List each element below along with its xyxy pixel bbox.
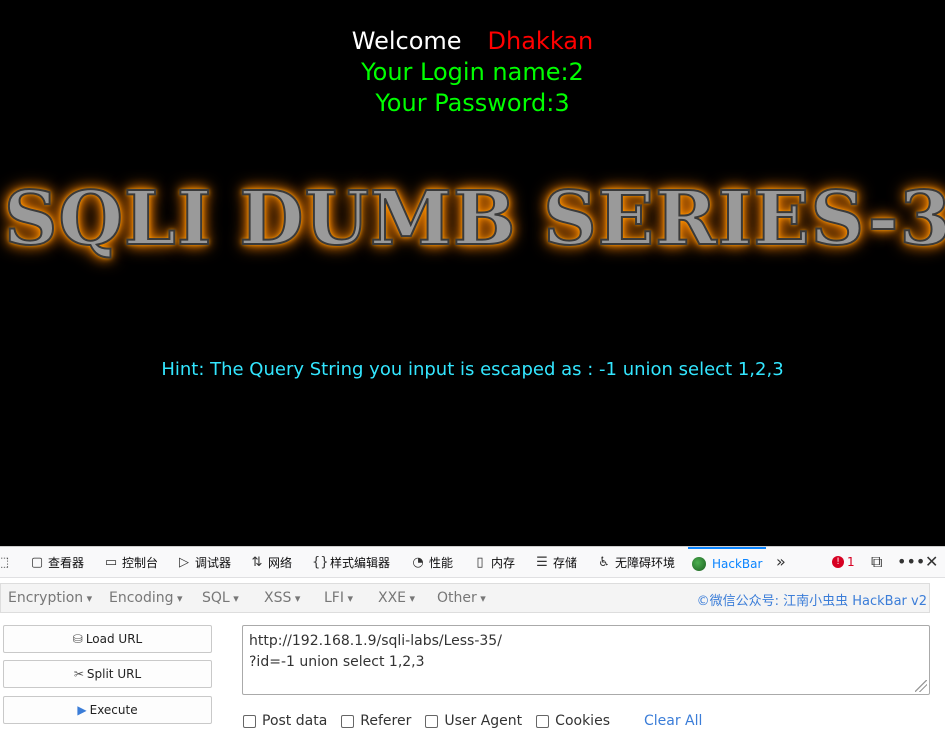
console-icon: ▭ xyxy=(104,554,118,570)
series-banner: SQLI DUMB SERIES-35 xyxy=(3,175,945,263)
menu-lfi[interactable]: LFI xyxy=(324,590,353,606)
debugger-icon: ▷ xyxy=(179,554,189,570)
tab-label: 存储 xyxy=(553,556,578,570)
execute-button[interactable]: ▶ Execute xyxy=(3,696,212,724)
post-data-checkbox[interactable]: Post data xyxy=(243,713,327,729)
devtools-toolbar: ⬚ ▢ 查看器 ▭ 控制台 ▷ 调试器 ⇅ 网络 {} 样式编辑器 ◔ 性能 ▯ 内存 ☰ 存储… xyxy=(0,546,945,578)
tab-memory[interactable]: ▯ 内存 xyxy=(473,547,515,578)
tab-storage[interactable]: ☰ 存储 xyxy=(535,547,577,578)
url-textarea[interactable]: http://192.168.1.9/sqli-labs/Less-35/ ?i… xyxy=(242,625,930,695)
tab-label: 样式编辑器 xyxy=(330,556,391,570)
load-icon: ⛁ xyxy=(72,632,83,646)
welcome-line: Welcome Dhakkan xyxy=(0,26,945,56)
hackbar-brand[interactable]: ©微信公众号: 江南小虫虫 HackBar v2 xyxy=(697,590,927,609)
web-content: Welcome Dhakkan Your Login name:2 Your Pa… xyxy=(0,0,945,546)
menu-other[interactable]: Other xyxy=(437,590,486,606)
hackbar-icon xyxy=(692,556,706,571)
checkbox-box[interactable] xyxy=(536,714,550,728)
button-label: Split URL xyxy=(86,667,142,681)
tab-style-editor[interactable]: {} 样式编辑器 xyxy=(312,547,390,578)
resize-grip[interactable] xyxy=(915,680,927,692)
menu-xxe[interactable]: XXE xyxy=(378,590,415,606)
tab-label: 控制台 xyxy=(122,556,159,570)
error-count[interactable]: ! 1 xyxy=(832,555,855,569)
error-icon: ! xyxy=(832,556,844,568)
menu-encryption[interactable]: Encryption xyxy=(8,590,92,606)
scissors-icon: ✂ xyxy=(73,667,84,681)
clear-all-link[interactable]: Clear All xyxy=(644,713,702,729)
tab-label: 性能 xyxy=(429,556,454,570)
menu-sql[interactable]: SQL xyxy=(202,590,239,606)
tab-console[interactable]: ▭ 控制台 xyxy=(104,547,158,578)
user-name: Dhakkan xyxy=(487,27,594,55)
cookies-checkbox[interactable]: Cookies xyxy=(536,713,610,729)
tab-hackbar[interactable]: HackBar xyxy=(688,547,767,578)
tab-network[interactable]: ⇅ 网络 xyxy=(250,547,292,578)
menu-encoding[interactable]: Encoding xyxy=(109,590,183,606)
checkbox-label: User Agent xyxy=(444,713,523,729)
button-label: Execute xyxy=(89,703,138,717)
hint-text: Hint: The Query String you input is esca… xyxy=(161,359,784,380)
browser-page: Welcome Dhakkan Your Login name:2 Your Pa… xyxy=(0,0,945,731)
hackbar-menu: Encryption Encoding SQL XSS LFI XXE Othe… xyxy=(0,583,930,613)
gauge-icon: ◔ xyxy=(412,554,424,570)
tab-label: HackBar xyxy=(712,556,763,571)
more-tabs-icon[interactable]: » xyxy=(776,553,786,571)
inspector-icon: ▢ xyxy=(30,554,44,570)
dock-icon[interactable]: ⧉ xyxy=(871,553,882,571)
braces-icon: {} xyxy=(312,554,329,570)
tab-inspector[interactable]: ▢ 查看器 xyxy=(30,547,84,578)
tab-label: 网络 xyxy=(268,556,293,570)
checkbox-label: Cookies xyxy=(555,713,610,729)
tab-performance[interactable]: ◔ 性能 xyxy=(411,547,453,578)
button-label: Load URL xyxy=(85,632,143,646)
accessibility-icon: ♿ xyxy=(598,554,610,570)
error-count-text: 1 xyxy=(847,555,855,569)
password-text: Your Password:3 xyxy=(375,89,570,117)
user-agent-checkbox[interactable]: User Agent xyxy=(425,713,522,729)
menu-xss[interactable]: XSS xyxy=(264,590,300,606)
tab-label: 查看器 xyxy=(48,556,85,570)
welcome-text: Welcome xyxy=(351,27,462,55)
memory-icon: ▯ xyxy=(476,554,484,570)
pick-element-icon[interactable]: ⬚ xyxy=(0,547,14,578)
load-url-button[interactable]: ⛁ Load URL xyxy=(3,625,212,653)
login-name-text: Your Login name:2 xyxy=(361,58,584,86)
tab-debugger[interactable]: ▷ 调试器 xyxy=(177,547,231,578)
checkbox-box[interactable] xyxy=(341,714,355,728)
checkbox-box[interactable] xyxy=(425,714,439,728)
tab-label: 无障碍环境 xyxy=(615,556,676,570)
tab-accessibility[interactable]: ♿ 无障碍环境 xyxy=(597,547,675,578)
url-text: http://192.168.1.9/sqli-labs/Less-35/ ?i… xyxy=(249,633,502,670)
close-icon[interactable]: ✕ xyxy=(925,553,938,571)
more-options-icon[interactable]: ••• xyxy=(897,553,925,571)
checkbox-label: Referer xyxy=(360,713,412,729)
checkbox-box[interactable] xyxy=(243,714,256,728)
devtools-panel: ⬚ ▢ 查看器 ▭ 控制台 ▷ 调试器 ⇅ 网络 {} 样式编辑器 ◔ 性能 ▯ 内存 ☰ 存储… xyxy=(0,546,945,731)
hackbar-options: Post data Referer User Agent Cookies Cle… xyxy=(243,713,702,729)
storage-icon: ☰ xyxy=(536,554,548,570)
split-url-button[interactable]: ✂ Split URL xyxy=(3,660,212,688)
tab-label: 调试器 xyxy=(195,556,232,570)
network-icon: ⇅ xyxy=(251,554,263,570)
checkbox-label: Post data xyxy=(262,713,328,729)
referer-checkbox[interactable]: Referer xyxy=(341,713,411,729)
tab-label: 内存 xyxy=(491,556,516,570)
play-icon: ▶ xyxy=(77,703,87,717)
